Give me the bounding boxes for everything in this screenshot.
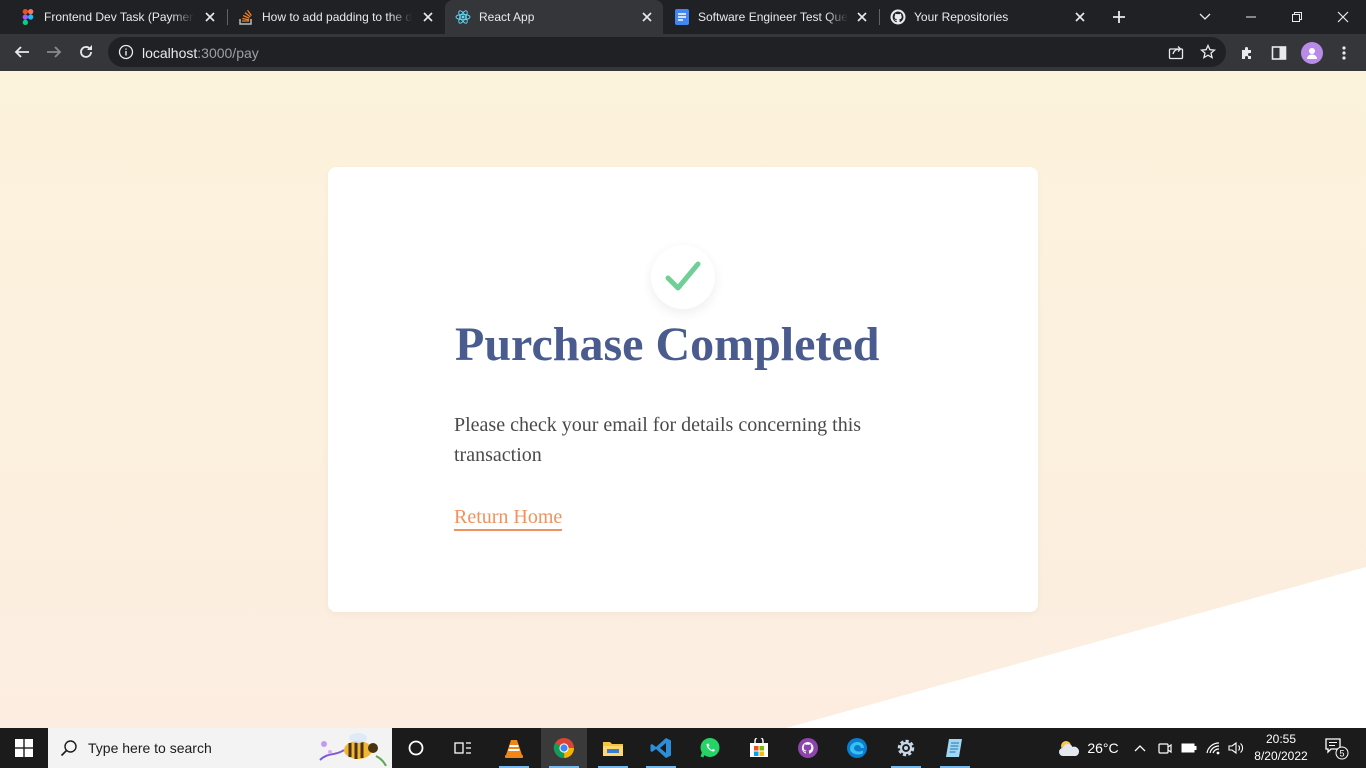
tab-search-chevron-down-icon[interactable] <box>1182 0 1228 34</box>
volume-icon[interactable] <box>1227 728 1245 768</box>
windows-start-icon[interactable] <box>0 728 48 768</box>
page-title: Purchase Completed <box>455 318 880 371</box>
edge-icon[interactable] <box>834 728 880 768</box>
file-explorer-icon[interactable] <box>590 728 636 768</box>
back-arrow-icon[interactable] <box>8 38 36 66</box>
vscode-icon[interactable] <box>638 728 684 768</box>
close-icon[interactable] <box>1072 9 1088 25</box>
settings-gear-icon[interactable] <box>883 728 929 768</box>
system-clock[interactable]: 20:55 8/20/2022 <box>1254 731 1308 765</box>
forward-arrow-icon[interactable] <box>40 38 68 66</box>
notification-count-badge: 5 <box>1339 749 1344 759</box>
url-text: localhost:3000/pay <box>142 45 259 61</box>
search-placeholder: Type here to search <box>88 740 212 756</box>
tab-label: Your Repositories <box>914 10 1009 24</box>
minimize-icon[interactable] <box>1228 0 1274 34</box>
windows-taskbar: Type here to search 26°C 20:55 8/20/2022… <box>0 728 1366 768</box>
wifi-icon[interactable] <box>1204 728 1222 768</box>
close-icon[interactable] <box>202 9 218 25</box>
address-bar[interactable]: localhost:3000/pay <box>108 37 1226 67</box>
chrome-icon[interactable] <box>541 728 587 768</box>
close-icon[interactable] <box>420 9 436 25</box>
tab-how-to-add-padding[interactable]: How to add padding to the d <box>228 0 444 34</box>
close-icon[interactable] <box>639 9 655 25</box>
site-info-icon[interactable] <box>118 44 134 60</box>
task-view-icon[interactable] <box>440 728 486 768</box>
notepad-icon[interactable] <box>932 728 978 768</box>
taskbar-search-box[interactable]: Type here to search <box>48 728 392 768</box>
search-icon <box>60 739 78 757</box>
tab-label: How to add padding to the d <box>262 10 412 24</box>
battery-icon[interactable] <box>1180 728 1198 768</box>
react-icon <box>455 9 471 25</box>
stackoverflow-icon <box>238 9 254 25</box>
close-window-icon[interactable] <box>1320 0 1366 34</box>
weather-temperature[interactable]: 26°C <box>1086 728 1120 768</box>
tab-your-repositories[interactable]: Your Repositories <box>880 0 1096 34</box>
checkmark-icon <box>651 245 715 309</box>
figma-icon <box>20 9 36 25</box>
tab-software-engineer-test[interactable]: Software Engineer Test Ques <box>664 0 878 34</box>
github-desktop-icon[interactable] <box>785 728 831 768</box>
clock-date: 8/20/2022 <box>1254 749 1308 763</box>
tab-label: Frontend Dev Task (Payment <box>44 10 194 24</box>
tab-strip: Frontend Dev Task (Payment How to add pa… <box>0 0 1366 34</box>
reload-icon[interactable] <box>72 38 100 66</box>
notification-center-icon[interactable]: 5 <box>1318 728 1354 768</box>
microsoft-store-icon[interactable] <box>736 728 782 768</box>
tab-react-app[interactable]: React App <box>445 0 663 34</box>
extensions-puzzle-icon[interactable] <box>1238 44 1256 62</box>
page-viewport: Purchase Completed Please check your ema… <box>0 71 1366 728</box>
browser-toolbar: localhost:3000/pay <box>0 34 1366 71</box>
confirmation-message: Please check your email for details conc… <box>454 414 862 466</box>
weather-partly-cloudy-icon[interactable] <box>1054 728 1084 768</box>
return-home-link[interactable]: Return Home <box>454 505 563 531</box>
tab-label: React App <box>479 10 535 24</box>
profile-avatar[interactable] <box>1301 42 1323 64</box>
purchase-completed-card: Purchase Completed Please check your ema… <box>328 167 1038 612</box>
share-icon[interactable] <box>1168 44 1184 60</box>
clock-time: 20:55 <box>1265 732 1297 746</box>
bookmark-star-icon[interactable] <box>1199 43 1217 60</box>
tray-chevron-up-icon[interactable] <box>1131 728 1149 768</box>
restore-icon[interactable] <box>1274 0 1320 34</box>
github-icon <box>890 9 906 25</box>
tab-frontend-dev-task[interactable]: Frontend Dev Task (Payment <box>0 0 226 34</box>
chrome-menu-kebab-icon[interactable] <box>1335 44 1353 62</box>
meet-now-icon[interactable] <box>1156 728 1174 768</box>
google-docs-icon <box>674 9 690 25</box>
side-panel-icon[interactable] <box>1270 44 1288 62</box>
new-tab-button[interactable] <box>1108 6 1130 28</box>
tab-label: Software Engineer Test Ques <box>698 10 848 24</box>
search-highlight-bee-illustration <box>319 733 387 766</box>
close-icon[interactable] <box>854 9 870 25</box>
vlc-icon[interactable] <box>491 728 537 768</box>
cortana-circle-icon[interactable] <box>393 728 439 768</box>
whatsapp-icon[interactable] <box>687 728 733 768</box>
